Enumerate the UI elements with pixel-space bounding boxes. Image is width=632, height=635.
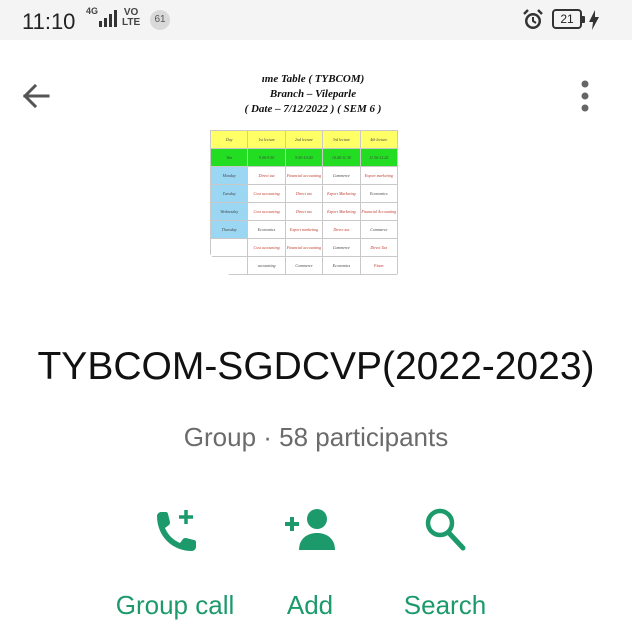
timetable-cell: Finan — [359, 256, 399, 275]
timetable-row: Tim 9.00-9.50 9.50-10.40 10.40-11.30 11.30-1… — [209, 148, 399, 167]
timetable-row: Day 1st lecture 2nd lecture 3rd lecture 4th … — [209, 130, 399, 149]
timetable-cell: 11.30-12.20 — [359, 148, 399, 167]
timetable-cell: Export marketing — [359, 166, 399, 185]
more-options-icon[interactable] — [570, 76, 600, 116]
status-time: 11:10 — [22, 9, 76, 34]
timetable-cell: Direct Tax — [359, 238, 399, 257]
timetable-cell: Export Marketing — [322, 184, 361, 203]
timetable-cell: Export Marketing — [322, 202, 361, 221]
timetable-cell: 3rd lecture — [322, 130, 361, 149]
charging-icon — [589, 10, 599, 30]
timetable-image: Day 1st lecture 2nd lecture 3rd lecture 4th … — [209, 130, 399, 275]
group-call-label: Group call — [115, 590, 235, 620]
timetable-row: Monday Direct tax Financial accounting Comm… — [209, 166, 399, 185]
timetable-row: accounting Commerce Economics Finan — [209, 256, 399, 275]
status-bar: 11:10 4G VO LTE 61 21 — [0, 0, 632, 40]
notification-badge: 61 — [150, 10, 170, 30]
timetable-cell: 1st lecture — [247, 130, 286, 149]
timetable-cell: Commerce — [322, 166, 361, 185]
timetable-cell: Direct tax — [247, 166, 286, 185]
timetable-row: Cost accounting Financial accounting Comme… — [209, 238, 399, 257]
timetable-cell: Economics — [322, 256, 361, 275]
group-photo[interactable]: ıme Table ( TYBCOM) Branch – Vileparle (… — [186, 56, 440, 306]
timetable-cell: Economics — [247, 220, 286, 239]
timetable-cell: Export marketing — [284, 220, 324, 239]
volte-indicator: VO LTE — [122, 7, 141, 28]
timetable-cell: Cost accounting — [247, 238, 286, 257]
timetable-cell: Cost accounting — [247, 202, 286, 221]
timetable-cell — [209, 238, 249, 257]
timetable-cell: 10.40-11.30 — [322, 148, 361, 167]
timetable-cell: Commerce — [322, 238, 361, 257]
timetable-cell: 9.00-9.50 — [247, 148, 286, 167]
add-button[interactable]: Add — [240, 506, 380, 626]
timetable-cell: Monday — [209, 166, 249, 185]
timetable-cell: Direct tax — [284, 202, 324, 221]
timetable-row: Thursday Economics Export marketing Direct … — [209, 220, 399, 239]
timetable-cell: Direct tax — [322, 220, 361, 239]
timetable-cell: 4th lecture — [359, 130, 399, 149]
signal-icon — [99, 10, 117, 27]
network-type: 4G — [86, 6, 99, 16]
group-meta: Group · 58 participants — [183, 422, 449, 452]
back-arrow-icon[interactable] — [18, 78, 54, 114]
timetable-cell: Financial accounting — [284, 238, 324, 257]
timetable-cell: Thursday — [209, 220, 249, 239]
timetable-cell: Economics — [359, 184, 399, 203]
timetable-cell: 9.50-10.40 — [284, 148, 324, 167]
timetable-cell: Cost accounting — [247, 184, 286, 203]
timetable-cell: Direct tax — [284, 184, 324, 203]
timetable-row: Wednesday Cost accounting Direct tax Export… — [209, 202, 399, 221]
group-call-button[interactable]: Group call — [90, 506, 260, 626]
timetable-cell: Financial Accounting — [359, 202, 399, 221]
timetable-cell: Tuesday — [209, 184, 249, 203]
search-icon — [425, 508, 466, 551]
timetable-cell: Financial accounting — [284, 166, 324, 185]
battery-indicator: 21 — [552, 9, 585, 29]
timetable-cell: Commerce — [359, 220, 399, 239]
add-person-icon — [285, 509, 335, 550]
group-name: TYBCOM-SGDCVP(2022-2023) — [37, 345, 595, 388]
alarm-icon — [523, 9, 543, 29]
timetable-cell: Day — [209, 130, 249, 149]
search-label: Search — [403, 590, 487, 620]
timetable-cell: accounting — [247, 256, 286, 275]
timetable-row: Tuesday Cost accounting Direct tax Export M… — [209, 184, 399, 203]
timetable-cell: Wednesday — [209, 202, 249, 221]
timetable-cell: Tim — [209, 148, 249, 167]
photo-title: ıme Table ( TYBCOM) Branch – Vileparle (… — [244, 73, 382, 115]
timetable-cell — [209, 256, 249, 275]
timetable-cell: Commerce — [284, 256, 324, 275]
timetable-cell: 2nd lecture — [284, 130, 324, 149]
add-call-icon — [157, 510, 196, 551]
search-button[interactable]: Search — [385, 506, 505, 626]
add-label: Add — [286, 590, 334, 620]
